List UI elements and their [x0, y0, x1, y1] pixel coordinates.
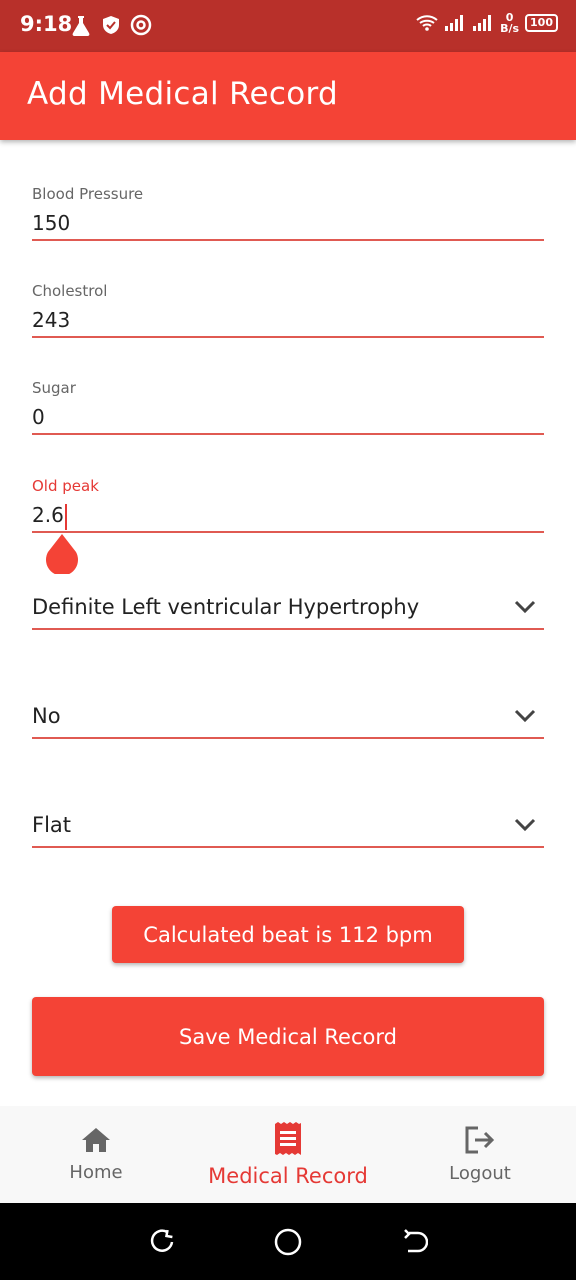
nav-item-medical-record[interactable]: Medical Record [192, 1106, 384, 1203]
old-peak-input-wrapper[interactable]: 2.6 [32, 501, 544, 531]
status-system-icons: 0 B/s 100 [416, 12, 558, 34]
signal-icon [445, 15, 464, 31]
text-cursor [64, 503, 67, 530]
exercise-angina-dropdown-value: No [32, 704, 61, 728]
status-time: 9:18 [20, 12, 73, 36]
ecg-dropdown-value: Definite Left ventricular Hypertrophy [32, 595, 420, 619]
chevron-down-icon [514, 600, 536, 614]
blood-pressure-field[interactable]: Blood Pressure 150 [32, 185, 544, 241]
bottom-navigation: Home Medical Record Logout [0, 1106, 576, 1203]
calculated-beat-button[interactable]: Calculated beat is 112 bpm [112, 906, 464, 963]
blood-pressure-label: Blood Pressure [32, 185, 144, 203]
receipt-icon [275, 1121, 301, 1155]
cholesterol-field[interactable]: Cholestrol 243 [32, 282, 544, 338]
save-medical-record-button[interactable]: Save Medical Record [32, 997, 544, 1076]
flask-icon [72, 16, 90, 36]
chevron-down-icon [514, 709, 536, 723]
logout-icon [465, 1126, 495, 1154]
blood-pressure-input[interactable]: 150 [32, 209, 544, 239]
system-navigation-bar [0, 1203, 576, 1280]
home-icon [82, 1128, 110, 1152]
page-title: Add Medical Record [27, 76, 338, 112]
nav-item-logout[interactable]: Logout [384, 1106, 576, 1203]
cursor-handle-icon[interactable] [44, 534, 80, 574]
nav-item-home[interactable]: Home [0, 1106, 192, 1203]
sugar-label: Sugar [32, 379, 76, 397]
sugar-input[interactable]: 0 [32, 403, 544, 433]
home-circle-icon[interactable] [273, 1227, 303, 1257]
old-peak-field[interactable]: Old peak 2.6 [32, 477, 544, 533]
nav-item-medical-record-label: Medical Record [208, 1163, 368, 1188]
ecg-dropdown[interactable]: Definite Left ventricular Hypertrophy [32, 586, 544, 630]
network-speed: 0 B/s [500, 12, 519, 34]
old-peak-label: Old peak [32, 477, 99, 495]
chevron-down-icon [514, 818, 536, 832]
battery-indicator: 100 [525, 14, 558, 32]
nav-item-home-label: Home [69, 1162, 123, 1183]
wifi-icon [416, 15, 438, 31]
circle-at-icon [130, 14, 152, 36]
exercise-angina-dropdown[interactable]: No [32, 695, 544, 739]
network-speed-unit: B/s [500, 22, 520, 35]
status-notification-icons [70, 14, 152, 36]
slope-dropdown[interactable]: Flat [32, 804, 544, 848]
cholesterol-label: Cholestrol [32, 282, 108, 300]
recent-apps-icon[interactable] [148, 1228, 176, 1256]
old-peak-input[interactable]: 2.6 [32, 503, 64, 527]
slope-dropdown-value: Flat [32, 813, 72, 837]
status-bar: 9:18 0 B/s 100 [0, 0, 576, 52]
sugar-field[interactable]: Sugar 0 [32, 379, 544, 435]
shield-icon [103, 16, 119, 34]
back-icon[interactable] [400, 1228, 428, 1256]
cholesterol-input[interactable]: 243 [32, 306, 544, 336]
nav-item-logout-label: Logout [449, 1163, 511, 1184]
app-bar: Add Medical Record [0, 52, 576, 140]
signal-icon-2 [473, 15, 492, 31]
